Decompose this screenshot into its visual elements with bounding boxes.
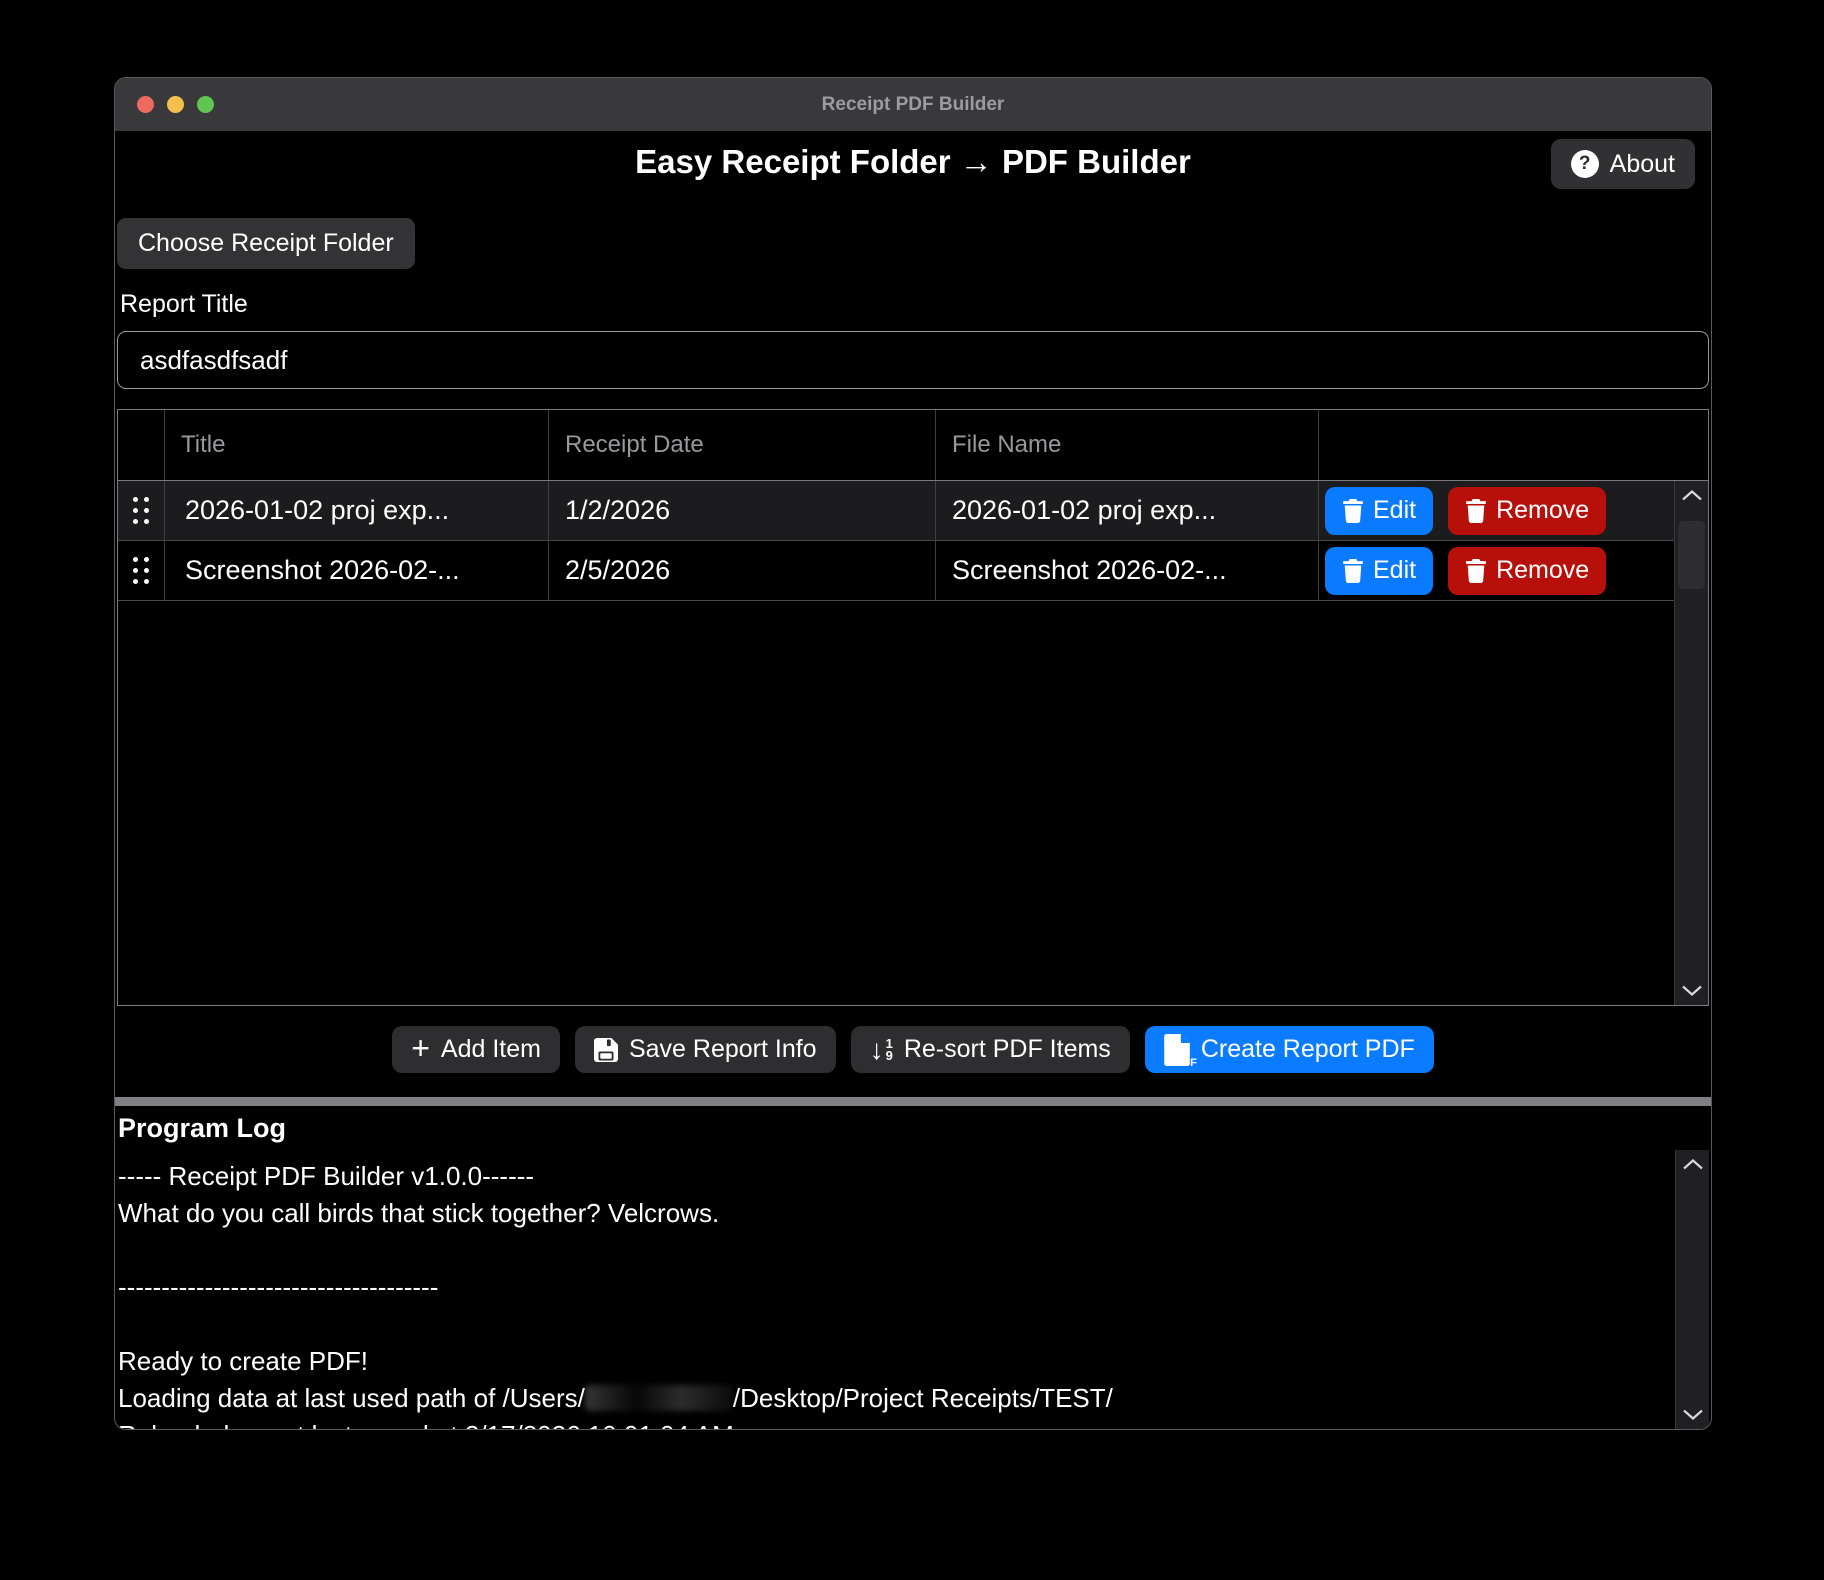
column-header-actions xyxy=(1319,410,1708,480)
create-report-pdf-label: Create Report PDF xyxy=(1201,1035,1415,1064)
page-title: Easy Receipt Folder → PDF Builder xyxy=(117,131,1709,181)
traffic-lights xyxy=(137,78,214,131)
remove-button[interactable]: Remove xyxy=(1448,487,1606,535)
add-item-button[interactable]: + Add Item xyxy=(392,1026,560,1073)
drag-column-header xyxy=(118,410,165,480)
trash-icon xyxy=(1342,559,1364,583)
edit-button-label: Edit xyxy=(1373,556,1416,585)
about-button[interactable]: ? About xyxy=(1551,139,1695,189)
drag-handle[interactable] xyxy=(118,541,165,600)
column-header-date: Receipt Date xyxy=(549,410,936,480)
report-title-label: Report Title xyxy=(120,290,1709,319)
log-line: Ready to create PDF! xyxy=(118,1343,1665,1380)
sort-numeric-down-icon: ↓ 1 9 xyxy=(870,1036,893,1064)
drag-handle[interactable] xyxy=(118,481,165,540)
drag-dots-icon xyxy=(133,557,149,584)
app-window: Receipt PDF Builder Easy Receipt Folder … xyxy=(114,77,1712,1430)
edit-button-label: Edit xyxy=(1373,496,1416,525)
window-title: Receipt PDF Builder xyxy=(822,94,1005,116)
pane-splitter[interactable] xyxy=(115,1097,1711,1106)
drag-dots-icon xyxy=(133,497,149,524)
program-log: ----- Receipt PDF Builder v1.0.0------Wh… xyxy=(117,1150,1709,1429)
window-content: Easy Receipt Folder → PDF Builder ? Abou… xyxy=(115,131,1711,1429)
table-scrollbar[interactable] xyxy=(1674,481,1708,1005)
cell-file-name: Screenshot 2026-02-... xyxy=(936,541,1319,600)
log-scroll-down-icon[interactable] xyxy=(1676,1408,1709,1421)
remove-button-label: Remove xyxy=(1496,496,1589,525)
column-header-file: File Name xyxy=(936,410,1319,480)
add-item-label: Add Item xyxy=(441,1035,541,1064)
edit-button[interactable]: Edit xyxy=(1325,547,1433,595)
log-line: ------------------------------------- xyxy=(118,1269,1665,1306)
trash-icon xyxy=(1465,499,1487,523)
titlebar[interactable]: Receipt PDF Builder xyxy=(115,78,1711,131)
cell-receipt-date: 1/2/2026 xyxy=(549,481,936,540)
question-icon: ? xyxy=(1571,150,1599,178)
receipts-table: Title Receipt Date File Name 2026-01-02 … xyxy=(117,409,1709,1006)
resort-pdf-items-label: Re-sort PDF Items xyxy=(904,1035,1111,1064)
log-line: What do you call birds that stick togeth… xyxy=(118,1195,1665,1232)
resort-pdf-items-button[interactable]: ↓ 1 9 Re-sort PDF Items xyxy=(851,1026,1130,1073)
save-icon xyxy=(594,1038,618,1062)
log-blank-line xyxy=(118,1232,1665,1269)
header: Easy Receipt Folder → PDF Builder ? Abou… xyxy=(117,131,1709,203)
zoom-button[interactable] xyxy=(197,96,214,113)
log-scrollbar[interactable] xyxy=(1675,1150,1709,1429)
trash-icon xyxy=(1342,499,1364,523)
cell-actions: Edit Remove xyxy=(1319,481,1674,540)
cell-receipt-date: 2/5/2026 xyxy=(549,541,936,600)
redacted-username xyxy=(585,1385,733,1411)
log-scroll-up-icon[interactable] xyxy=(1676,1158,1709,1171)
save-report-info-button[interactable]: Save Report Info xyxy=(575,1026,836,1073)
report-title-input[interactable] xyxy=(117,331,1709,389)
create-report-pdf-button[interactable]: PDF Create Report PDF xyxy=(1145,1026,1434,1073)
log-line: ----- Receipt PDF Builder v1.0.0------ xyxy=(118,1158,1665,1195)
choose-receipt-folder-button[interactable]: Choose Receipt Folder xyxy=(117,218,415,269)
table-header-row: Title Receipt Date File Name xyxy=(118,410,1708,481)
column-header-title: Title xyxy=(165,410,549,480)
remove-button[interactable]: Remove xyxy=(1448,547,1606,595)
close-button[interactable] xyxy=(137,96,154,113)
program-log-heading: Program Log xyxy=(118,1113,1709,1144)
table-body: 2026-01-02 proj exp... 1/2/2026 2026-01-… xyxy=(118,481,1708,1005)
log-blank-line xyxy=(118,1306,1665,1343)
cell-actions: Edit Remove xyxy=(1319,541,1674,600)
table-row[interactable]: Screenshot 2026-02-... 2/5/2026 Screensh… xyxy=(118,541,1674,601)
log-line: Loading data at last used path of /Users… xyxy=(118,1380,1665,1417)
cell-title: 2026-01-02 proj exp... xyxy=(165,481,549,540)
table-scrollbar-thumb[interactable] xyxy=(1678,521,1705,589)
trash-icon xyxy=(1465,559,1487,583)
scroll-down-icon[interactable] xyxy=(1675,984,1708,997)
action-bar: + Add Item Save Report Info ↓ 1 9 Re-sor… xyxy=(117,1026,1709,1073)
program-log-text: ----- Receipt PDF Builder v1.0.0------Wh… xyxy=(118,1158,1665,1430)
scroll-up-icon[interactable] xyxy=(1675,489,1708,502)
minimize-button[interactable] xyxy=(167,96,184,113)
save-report-info-label: Save Report Info xyxy=(629,1035,817,1064)
about-button-label: About xyxy=(1610,150,1675,179)
plus-icon: + xyxy=(411,1032,430,1064)
table-row[interactable]: 2026-01-02 proj exp... 1/2/2026 2026-01-… xyxy=(118,481,1674,541)
log-line: Reloaded report last saved at 2/17/2026 … xyxy=(118,1417,1665,1430)
cell-file-name: 2026-01-02 proj exp... xyxy=(936,481,1319,540)
pdf-file-icon: PDF xyxy=(1164,1034,1190,1066)
edit-button[interactable]: Edit xyxy=(1325,487,1433,535)
remove-button-label: Remove xyxy=(1496,556,1589,585)
cell-title: Screenshot 2026-02-... xyxy=(165,541,549,600)
